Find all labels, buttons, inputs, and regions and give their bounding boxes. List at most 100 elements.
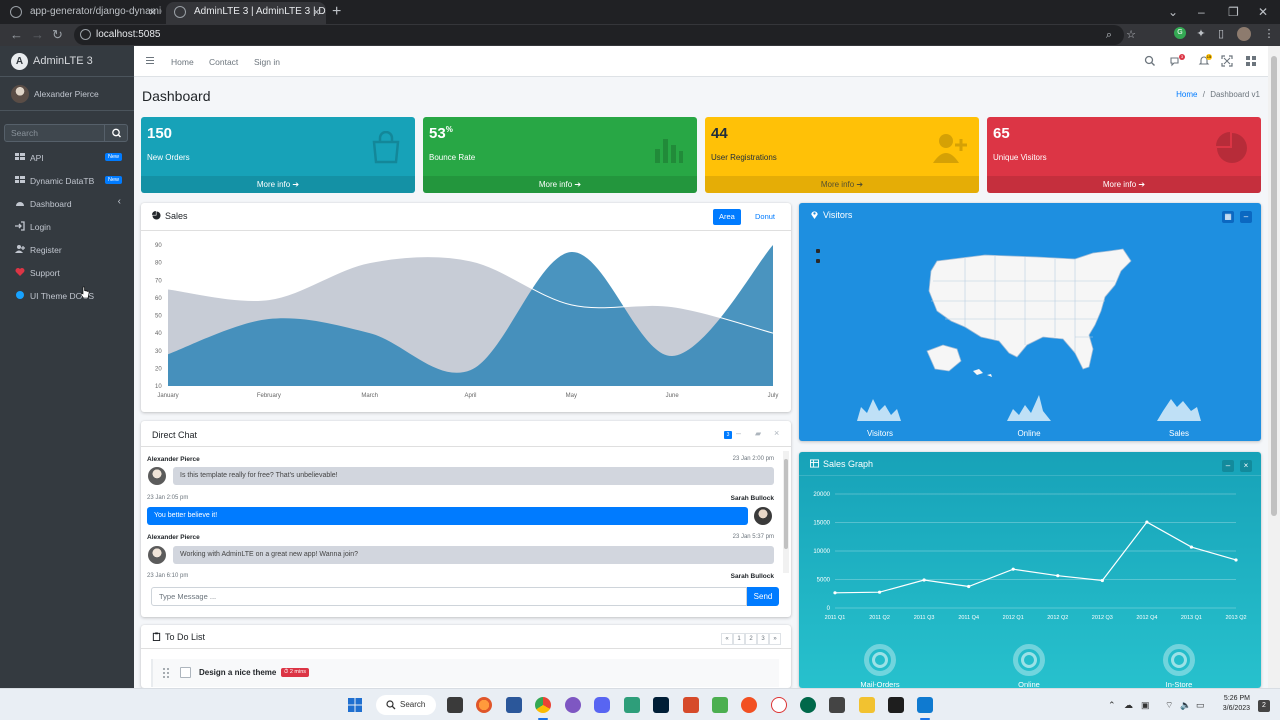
- windows-start-icon[interactable]: [348, 698, 362, 712]
- browser-tab[interactable]: app-generator/django-dynamic ×: [2, 2, 162, 24]
- y-tick-label: 20: [155, 366, 162, 372]
- pager-page[interactable]: 2: [745, 633, 757, 645]
- minimize-button[interactable]: –: [1198, 2, 1205, 22]
- cloud-icon[interactable]: ☁: [1124, 700, 1133, 711]
- close-icon[interactable]: ×: [774, 428, 779, 438]
- taskbar-search[interactable]: Search: [376, 695, 436, 715]
- sidebar-item-dashboard[interactable]: Dashboard ‹: [0, 194, 134, 214]
- notifications-icon[interactable]: 2: [1258, 700, 1270, 712]
- notifications-badge: 15: [1206, 54, 1212, 60]
- mongodb-icon[interactable]: [800, 697, 816, 713]
- close-icon[interactable]: ×: [149, 2, 156, 22]
- address-bar[interactable]: localhost:5085 ⌕ ☆: [74, 25, 1136, 45]
- app-icon[interactable]: [829, 697, 845, 713]
- new-tab-button[interactable]: +: [332, 2, 341, 22]
- pager-page[interactable]: 1: [733, 633, 745, 645]
- control-sidebar-icon[interactable]: [1245, 55, 1257, 67]
- tab-search-icon[interactable]: ⌄: [1168, 2, 1178, 22]
- pager-page[interactable]: 3: [757, 633, 769, 645]
- sidebar-item-label: API: [30, 153, 44, 163]
- volume-icon[interactable]: 🔈: [1180, 700, 1191, 711]
- app-icon[interactable]: [683, 697, 699, 713]
- mail-orders-knob[interactable]: [864, 644, 896, 676]
- app-icon[interactable]: [565, 697, 581, 713]
- grammarly-extension-icon[interactable]: G: [1174, 27, 1186, 39]
- y-tick-label: 15000: [813, 521, 830, 527]
- taskbar-clock[interactable]: 5:26 PM 3/6/2023: [1223, 694, 1250, 714]
- calendar-icon[interactable]: ▦: [1222, 211, 1234, 223]
- maximize-button[interactable]: ❐: [1228, 2, 1239, 22]
- map-zoom-in[interactable]: [816, 249, 820, 253]
- menu-icon[interactable]: ⋮: [1262, 26, 1276, 42]
- reload-icon[interactable]: ↻: [52, 25, 63, 45]
- search-icon[interactable]: [1144, 55, 1156, 67]
- fullscreen-icon[interactable]: [1221, 55, 1233, 67]
- chrome-icon[interactable]: [535, 697, 551, 713]
- app-tray-icon[interactable]: ▣: [1141, 700, 1150, 711]
- nav-link-sign-in[interactable]: Sign in: [254, 57, 280, 67]
- user-plus-icon: [15, 245, 25, 253]
- more-info-link[interactable]: More info ➔: [705, 176, 979, 193]
- info-icon[interactable]: [80, 29, 91, 40]
- more-info-link[interactable]: More info ➔: [141, 176, 415, 193]
- terminal-icon[interactable]: [888, 697, 904, 713]
- todo-checkbox[interactable]: [180, 667, 191, 678]
- app-icon[interactable]: [624, 697, 640, 713]
- sidebar-item-ui-theme-docs[interactable]: UI Theme DOCS: [0, 286, 134, 306]
- contacts-icon[interactable]: ▰: [755, 429, 761, 438]
- breadcrumb-home[interactable]: Home: [1176, 90, 1197, 99]
- map-zoom-out[interactable]: [816, 259, 820, 263]
- zoom-icon[interactable]: ⌕: [1102, 27, 1116, 43]
- close-window-button[interactable]: ✕: [1258, 2, 1268, 22]
- in-store-knob[interactable]: [1163, 644, 1195, 676]
- sidebar-item-api[interactable]: API New: [0, 148, 134, 168]
- chat-scrollbar[interactable]: [783, 451, 789, 573]
- user-panel[interactable]: Alexander Pierce: [0, 77, 134, 111]
- scrollbar-thumb[interactable]: [784, 459, 788, 549]
- sidebar-item-register[interactable]: Register: [0, 240, 134, 260]
- brand-link[interactable]: A AdminLTE 3: [0, 46, 134, 77]
- browser-tab-active[interactable]: AdminLTE 3 | AdminLTE 3 | Dashb ×: [166, 2, 326, 24]
- nav-link-contact[interactable]: Contact: [209, 57, 238, 67]
- forward-icon[interactable]: →: [31, 25, 44, 45]
- sidebar-item-support[interactable]: Support: [0, 263, 134, 283]
- more-info-link[interactable]: More info ➔: [987, 176, 1261, 193]
- online-knob[interactable]: [1013, 644, 1045, 676]
- battery-icon[interactable]: ▭: [1196, 700, 1205, 711]
- nav-link-home[interactable]: Home: [171, 57, 194, 67]
- bookmark-star-icon[interactable]: ☆: [1124, 27, 1138, 43]
- photoshop-icon[interactable]: [653, 697, 669, 713]
- send-button[interactable]: Send: [747, 587, 779, 606]
- pager-next[interactable]: »: [769, 633, 781, 645]
- firefox-icon[interactable]: [476, 697, 492, 713]
- discord-icon[interactable]: [594, 697, 610, 713]
- sidebar-item-login[interactable]: Login: [0, 217, 134, 237]
- page-scrollbar[interactable]: [1268, 46, 1280, 688]
- task-view-icon[interactable]: [447, 697, 463, 713]
- app-icon[interactable]: [771, 697, 787, 713]
- sidebar-search-input[interactable]: [5, 125, 105, 141]
- app-icon[interactable]: [741, 697, 757, 713]
- hamburger-menu-icon[interactable]: [146, 57, 154, 64]
- close-icon[interactable]: ×: [313, 2, 320, 22]
- sidebar-item-dynamic-datatb[interactable]: Dynamic DataTB New: [0, 171, 134, 191]
- vscode-icon[interactable]: [917, 697, 933, 713]
- back-icon[interactable]: ←: [10, 25, 23, 45]
- search-button[interactable]: [104, 125, 127, 141]
- more-info-link[interactable]: More info ➔: [423, 176, 697, 193]
- drag-handle-icon[interactable]: [163, 668, 169, 678]
- scrollbar-thumb[interactable]: [1271, 56, 1277, 516]
- collapse-button[interactable]: –: [1240, 211, 1252, 223]
- app-icon[interactable]: [712, 697, 728, 713]
- pager-prev[interactable]: «: [721, 633, 733, 645]
- user-name[interactable]: Alexander Pierce: [34, 89, 99, 99]
- extensions-icon[interactable]: ✦: [1194, 26, 1208, 42]
- chat-message-input[interactable]: [151, 587, 747, 606]
- sidepanel-icon[interactable]: ▯: [1214, 26, 1228, 42]
- collapse-icon[interactable]: –: [736, 428, 741, 438]
- profile-avatar[interactable]: [1237, 27, 1251, 41]
- wifi-icon[interactable]: ⌔: [1165, 700, 1173, 711]
- file-explorer-icon[interactable]: [859, 697, 875, 713]
- chevron-up-icon[interactable]: ⌃: [1108, 700, 1116, 711]
- powershell-icon[interactable]: [506, 697, 522, 713]
